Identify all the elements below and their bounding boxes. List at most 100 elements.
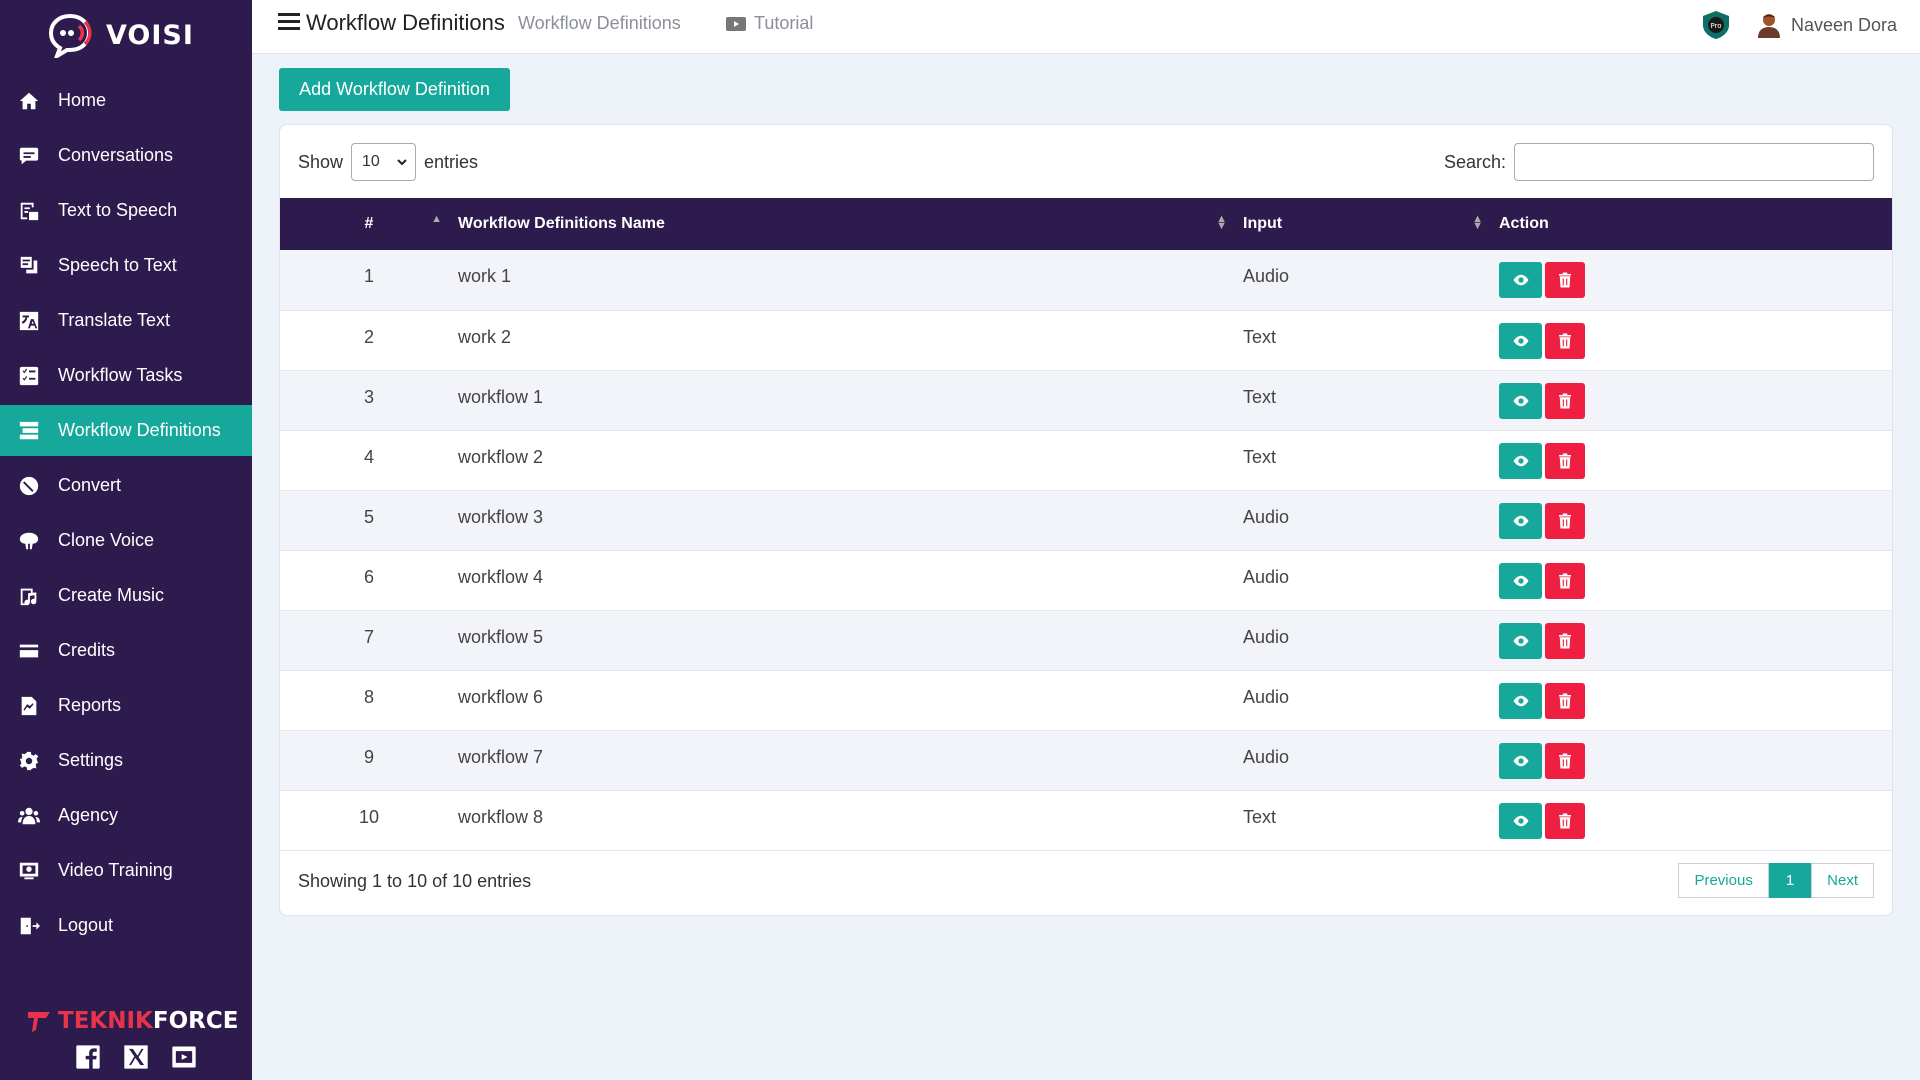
sidebar-item-label: Convert (58, 475, 122, 495)
workflow-icon (16, 418, 42, 444)
row-actions (1499, 490, 1892, 550)
row-input: Audio (1243, 746, 1290, 767)
tutorial-label: Tutorial (754, 13, 814, 33)
social-links (73, 1042, 199, 1072)
trash-icon (1559, 573, 1571, 588)
page-1-button[interactable]: 1 (1768, 863, 1812, 898)
delete-button[interactable] (1545, 382, 1585, 419)
row-name: workflow 4 (458, 566, 544, 587)
view-button[interactable] (1499, 442, 1542, 479)
page-size-select[interactable]: 10 (351, 143, 417, 181)
row-input: Audio (1243, 686, 1290, 707)
voisi-logo[interactable]: VOISI (48, 12, 194, 58)
row-number: 3 (363, 386, 374, 407)
sidebar-item-convert[interactable]: Convert (0, 460, 252, 511)
tasks-icon (16, 363, 42, 389)
delete-button[interactable] (1545, 502, 1585, 539)
pro-badge-icon[interactable]: Pro (1702, 10, 1730, 40)
next-page-button[interactable]: Next (1811, 863, 1874, 898)
add-workflow-definition-button[interactable]: Add Workflow Definition (279, 68, 510, 111)
sort-ascending-icon: ▲ (431, 213, 442, 225)
row-input: Audio (1243, 566, 1290, 587)
sidebar-item-video-training[interactable]: Video Training (0, 845, 252, 896)
video-icon (16, 858, 42, 884)
speech-to-text-icon (16, 253, 42, 279)
sidebar-item-label: Agency (58, 805, 119, 825)
view-button[interactable] (1499, 682, 1542, 719)
user-menu[interactable]: Naveen Dora (1757, 12, 1897, 38)
row-number: 9 (363, 746, 374, 767)
view-button[interactable] (1499, 322, 1542, 359)
row-name: workflow 2 (458, 446, 544, 467)
delete-button[interactable] (1545, 742, 1585, 779)
table-row: 2 work 2 Text (280, 310, 1892, 370)
row-actions (1499, 310, 1892, 370)
avatar (1758, 14, 1780, 38)
menu-toggle-icon[interactable] (278, 13, 300, 31)
column-header-input[interactable]: Input ▲ ▼ (1243, 198, 1499, 250)
sidebar-item-text-to-speech[interactable]: Text to Speech (0, 185, 252, 236)
sidebar-item-label: Speech to Text (58, 255, 177, 275)
sidebar-item-conversations[interactable]: Conversations (0, 130, 252, 181)
sidebar-item-logout[interactable]: Logout (0, 900, 252, 951)
tutorial-link[interactable]: Tutorial (726, 13, 813, 34)
view-button[interactable] (1499, 502, 1542, 539)
search-input[interactable] (1514, 143, 1874, 181)
sidebar-item-speech-to-text[interactable]: Speech to Text (0, 240, 252, 291)
row-name: workflow 6 (458, 686, 544, 707)
column-header-number[interactable]: # ▲ (280, 198, 458, 250)
facebook-icon[interactable] (73, 1042, 103, 1072)
video-play-icon (726, 16, 746, 31)
delete-button[interactable] (1545, 322, 1585, 359)
sidebar-item-settings[interactable]: Settings (0, 735, 252, 786)
view-button[interactable] (1499, 622, 1542, 659)
entries-label: entries (424, 151, 479, 172)
sidebar-item-workflow-tasks[interactable]: Workflow Tasks (0, 350, 252, 401)
sidebar-item-label: Settings (58, 750, 124, 770)
eye-icon (1513, 575, 1528, 586)
sidebar-item-credits[interactable]: Credits (0, 625, 252, 676)
row-number: 1 (363, 266, 374, 286)
sidebar-item-workflow-definitions[interactable]: Workflow Definitions (0, 405, 252, 456)
sidebar-item-label: Translate Text (58, 310, 171, 330)
view-button[interactable] (1499, 802, 1542, 839)
delete-button[interactable] (1545, 802, 1585, 839)
column-header-name[interactable]: Workflow Definitions Name ▲ ▼ (458, 198, 1243, 250)
sidebar-item-translate-text[interactable]: Translate Text (0, 295, 252, 346)
row-number: 6 (363, 566, 374, 587)
row-actions (1499, 670, 1892, 730)
trash-icon (1559, 272, 1571, 288)
youtube-icon[interactable] (169, 1042, 199, 1072)
show-label: Show (298, 151, 344, 172)
eye-icon (1513, 695, 1528, 706)
sidebar-item-label: Logout (58, 915, 114, 935)
sidebar-item-home[interactable]: Home (0, 75, 252, 126)
view-button[interactable] (1499, 562, 1542, 599)
table-row: 10 workflow 8 Text (280, 790, 1892, 850)
translate-icon (16, 308, 42, 334)
x-twitter-icon[interactable] (121, 1042, 151, 1072)
sidebar-item-agency[interactable]: Agency (0, 790, 252, 841)
view-button[interactable] (1499, 742, 1542, 779)
previous-page-button[interactable]: Previous (1678, 863, 1769, 898)
sidebar-item-reports[interactable]: Reports (0, 680, 252, 731)
delete-button[interactable] (1545, 562, 1585, 599)
table-header-row: # ▲ Workflow Definitions Name ▲ ▼ Input ▲… (280, 198, 1892, 250)
music-icon (16, 583, 42, 609)
teknikforce-logo-icon (28, 1012, 50, 1032)
delete-button[interactable] (1545, 262, 1585, 298)
delete-button[interactable] (1545, 442, 1585, 479)
view-button[interactable] (1499, 262, 1542, 298)
row-actions (1499, 550, 1892, 610)
row-input: Text (1243, 806, 1277, 827)
view-button[interactable] (1499, 382, 1542, 419)
delete-button[interactable] (1545, 682, 1585, 719)
sidebar-item-clone-voice[interactable]: Clone Voice (0, 515, 252, 566)
sidebar-item-create-music[interactable]: Create Music (0, 570, 252, 621)
table-row: 3 workflow 1 Text (280, 370, 1892, 430)
row-actions (1499, 790, 1892, 850)
row-input: Audio (1243, 626, 1290, 647)
svg-text:Pro: Pro (1710, 22, 1721, 30)
table-row: 6 workflow 4 Audio (280, 550, 1892, 610)
delete-button[interactable] (1545, 622, 1585, 659)
